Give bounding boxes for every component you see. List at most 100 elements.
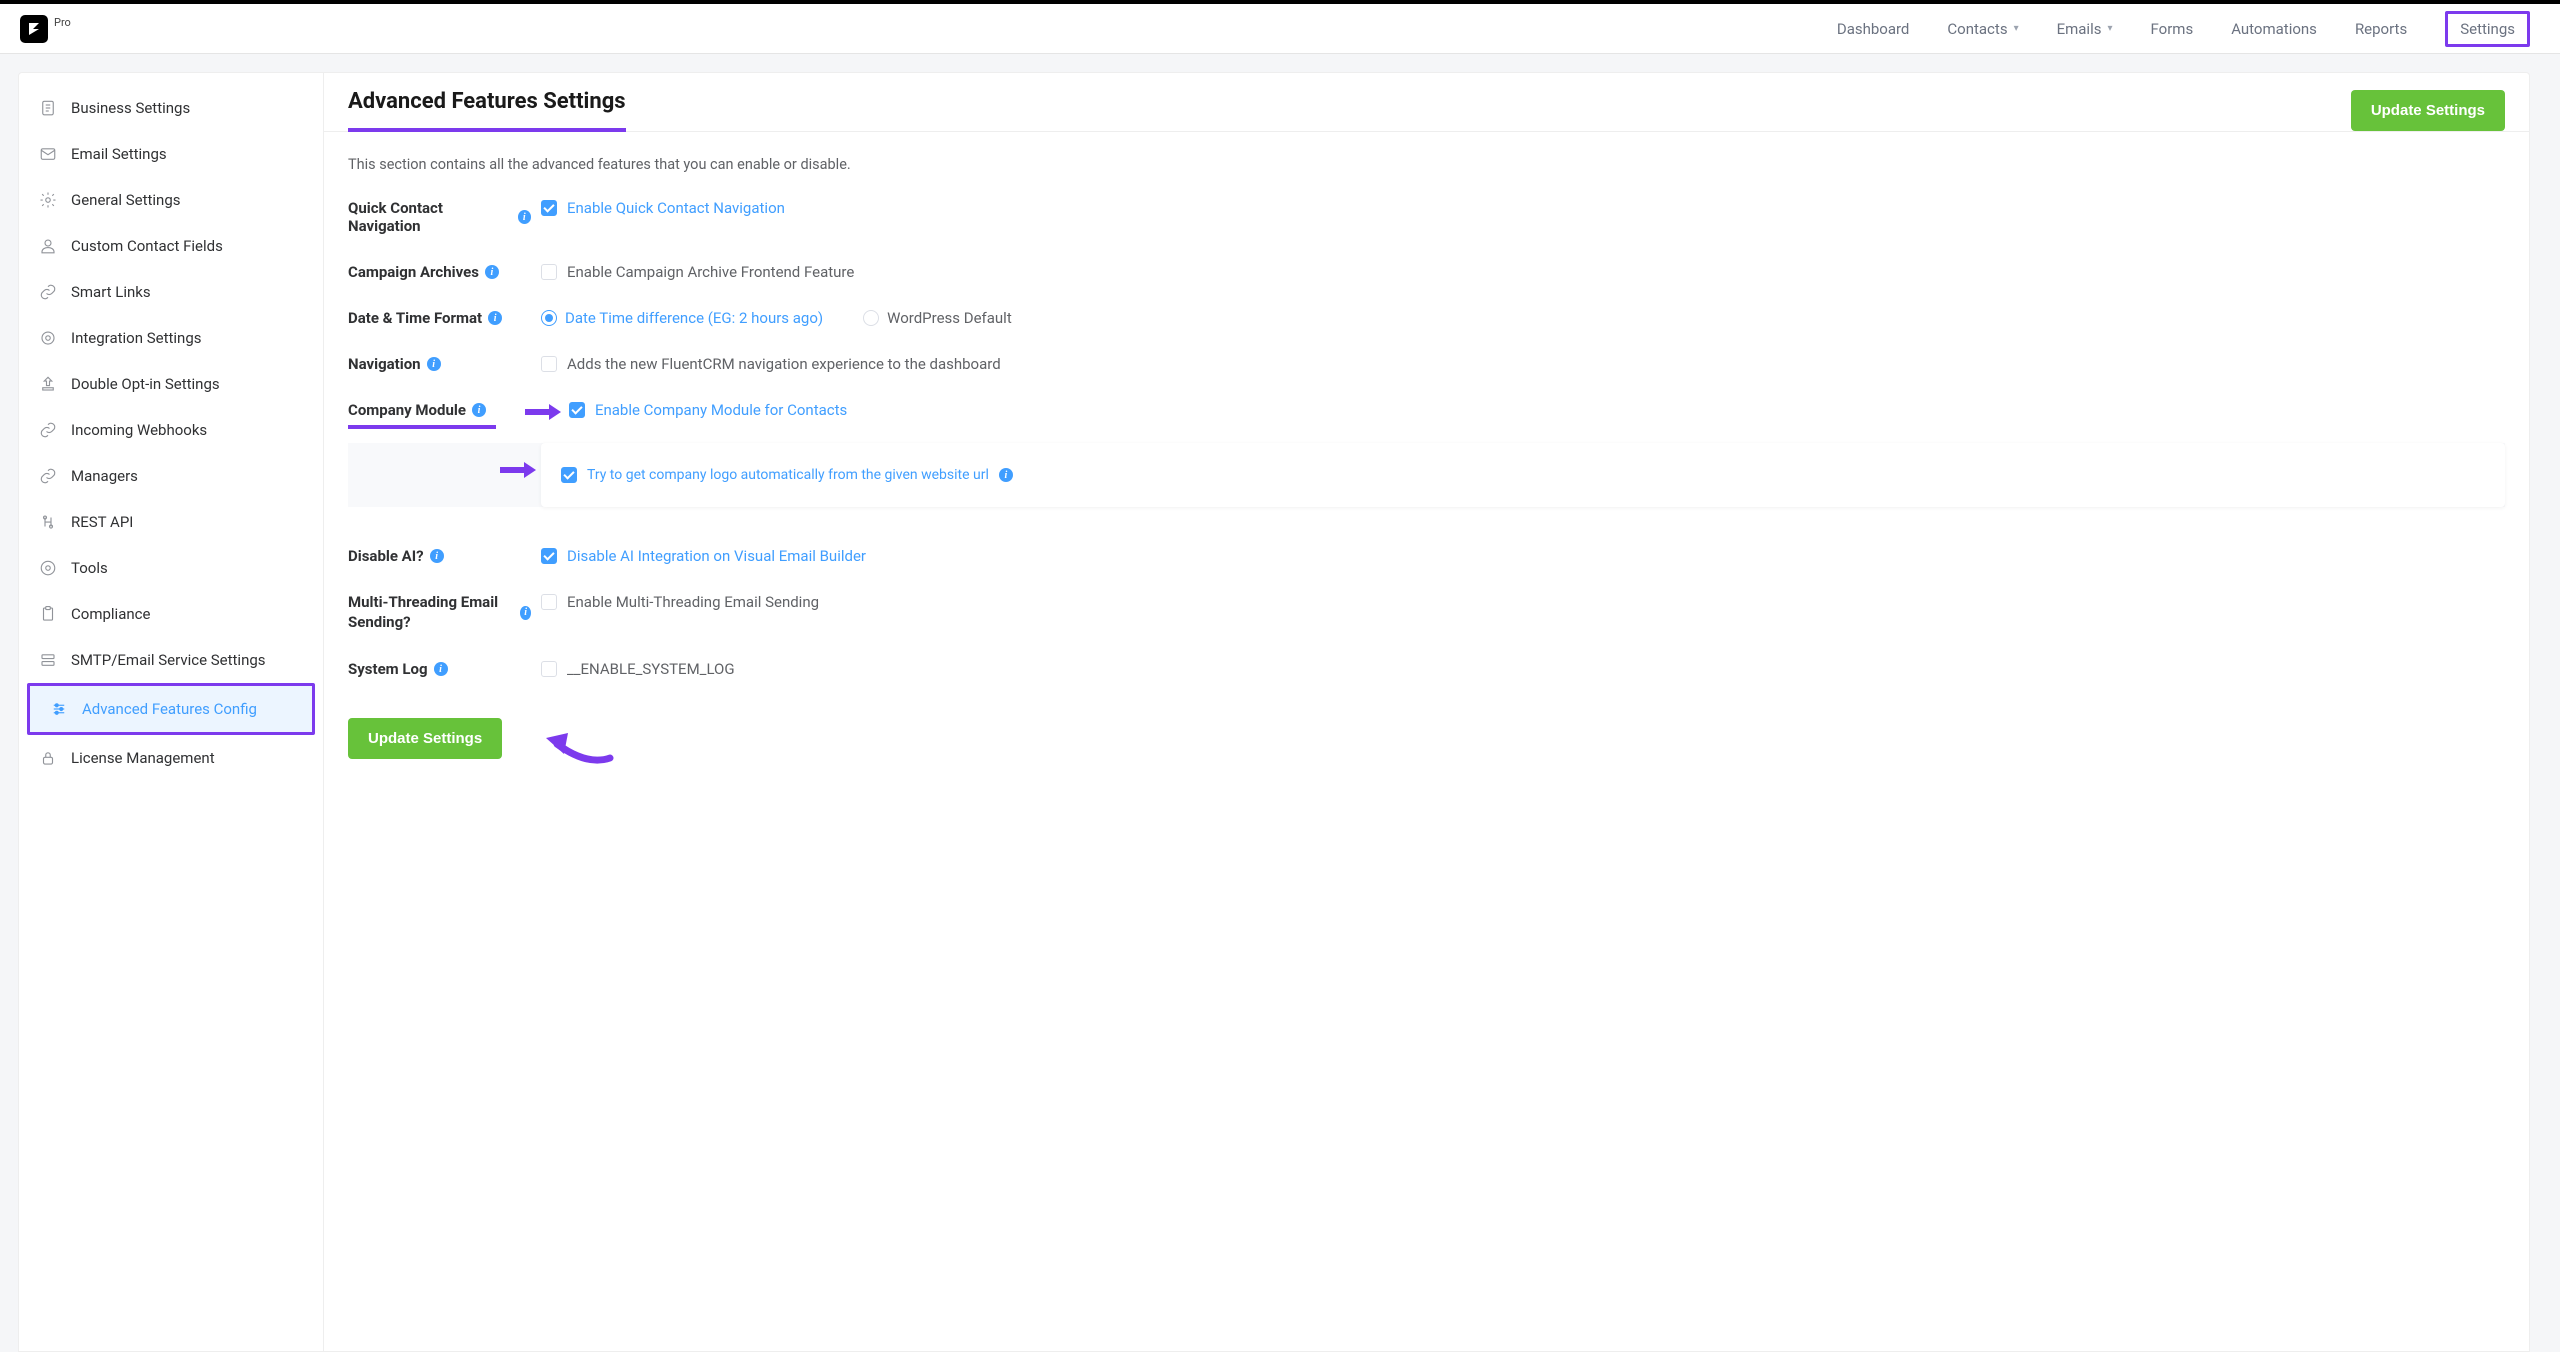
quick-contact-checkbox[interactable] [541,200,557,216]
pro-badge: Pro [54,16,71,29]
sidebar-item-compliance[interactable]: Compliance [19,591,323,637]
sidebar-item-label: SMTP/Email Service Settings [71,651,266,669]
sidebar-item-label: Double Opt-in Settings [71,375,220,393]
datetime-radio-wp[interactable] [863,310,879,326]
api-icon [39,513,57,531]
info-icon[interactable]: i [472,403,486,417]
field-label: Campaign Archives [348,263,479,281]
company-module-checkbox[interactable] [569,402,585,418]
sidebar-item-label: Tools [71,559,108,577]
row-system-log: System Log i __ENABLE_SYSTEM_LOG [348,660,2505,678]
chevron-down-icon: ▾ [2107,23,2112,34]
clipboard-icon [39,605,57,623]
annotation-arrow-icon [498,459,538,485]
field-label: Disable AI? [348,547,424,565]
campaign-archives-checkbox[interactable] [541,264,557,280]
option-label[interactable]: WordPress Default [887,309,1012,327]
option-label[interactable]: Enable Campaign Archive Frontend Feature [567,263,854,281]
nav-settings[interactable]: Settings [2460,20,2515,38]
field-label: System Log [348,660,428,678]
sidebar-item-smtp[interactable]: SMTP/Email Service Settings [19,637,323,683]
disable-ai-checkbox[interactable] [541,548,557,564]
option-label[interactable]: Disable AI Integration on Visual Email B… [567,547,866,565]
field-label: Quick Contact Navigation [348,199,512,235]
sidebar-active-highlight: Advanced Features Config [27,683,315,735]
annotation-curved-arrow-icon [532,716,622,770]
sidebar-item-label: Integration Settings [71,329,201,347]
row-company-module-nested: Try to get company logo automatically fr… [348,443,2505,507]
field-label: Navigation [348,355,421,373]
nav-contacts[interactable]: Contacts▾ [1947,20,2018,38]
nav-forms[interactable]: Forms [2151,20,2194,38]
option-label[interactable]: Date Time difference (EG: 2 hours ago) [565,309,823,327]
sidebar-item-smart-links[interactable]: Smart Links [19,269,323,315]
info-icon[interactable]: i [520,606,531,620]
sidebar-item-label: Compliance [71,605,150,623]
sidebar-item-incoming-webhooks[interactable]: Incoming Webhooks [19,407,323,453]
nav-automations[interactable]: Automations [2231,20,2317,38]
option-label[interactable]: __ENABLE_SYSTEM_LOG [567,660,735,678]
field-label: Company Module [348,401,466,419]
sliders-icon [50,700,68,718]
update-settings-button-bottom[interactable]: Update Settings [348,718,502,759]
sidebar-item-business-settings[interactable]: Business Settings [19,85,323,131]
row-datetime-format: Date & Time Formati Date Time difference… [348,309,2505,327]
chevron-down-icon: ▾ [2014,23,2019,34]
server-icon [39,651,57,669]
section-description: This section contains all the advanced f… [348,156,2505,173]
sidebar-item-rest-api[interactable]: REST API [19,499,323,545]
nav-emails[interactable]: Emails▾ [2057,20,2113,38]
gear-icon [39,329,57,347]
option-label[interactable]: Enable Quick Contact Navigation [567,199,785,217]
link-icon [39,467,57,485]
nav-reports[interactable]: Reports [2355,20,2407,38]
info-icon[interactable]: i [427,357,441,371]
sidebar-item-integration-settings[interactable]: Integration Settings [19,315,323,361]
option-label[interactable]: Enable Company Module for Contacts [595,401,847,419]
sidebar-item-label: License Management [71,749,215,767]
field-label: Multi-Threading Email Sending? [348,593,514,632]
row-multi-thread: Multi-Threading Email Sending? i Enable M… [348,593,2505,632]
option-label[interactable]: Adds the new FluentCRM navigation experi… [567,355,1001,373]
mail-icon [39,145,57,163]
sidebar-item-email-settings[interactable]: Email Settings [19,131,323,177]
option-label[interactable]: Try to get company logo automatically fr… [587,467,989,483]
sidebar-item-tools[interactable]: Tools [19,545,323,591]
info-icon[interactable]: i [430,549,444,563]
link-icon [39,421,57,439]
sidebar-item-label: General Settings [71,191,181,209]
annotation-arrow-icon [523,401,563,427]
row-navigation: Navigation i Adds the new FluentCRM navig… [348,355,2505,373]
document-icon [39,99,57,117]
topbar: Pro Dashboard Contacts▾ Emails▾ Forms Au… [0,4,2560,54]
settings-sidebar: Business Settings Email Settings General… [18,72,324,1352]
sidebar-item-managers[interactable]: Managers [19,453,323,499]
multi-thread-checkbox[interactable] [541,594,557,610]
page-title: Advanced Features Settings [348,89,626,132]
lock-icon [39,749,57,767]
sidebar-item-label: Managers [71,467,138,485]
sidebar-item-label: Incoming Webhooks [71,421,207,439]
info-icon[interactable]: i [434,662,448,676]
navigation-checkbox[interactable] [541,356,557,372]
info-icon[interactable]: i [488,311,502,325]
update-settings-button[interactable]: Update Settings [2351,90,2505,131]
company-logo-auto-checkbox[interactable] [561,467,577,483]
nav-dashboard[interactable]: Dashboard [1837,20,1910,38]
datetime-radio-diff[interactable] [541,310,557,326]
sidebar-item-advanced-features[interactable]: Advanced Features Config [30,686,312,732]
main-panel: Advanced Features Settings Update Settin… [324,72,2530,1352]
sidebar-item-general-settings[interactable]: General Settings [19,177,323,223]
top-nav: Dashboard Contacts▾ Emails▾ Forms Automa… [1837,11,2530,47]
info-icon[interactable]: i [485,265,499,279]
sidebar-item-license[interactable]: License Management [19,735,323,781]
info-icon[interactable]: i [518,210,531,224]
sidebar-item-custom-contact-fields[interactable]: Custom Contact Fields [19,223,323,269]
sidebar-item-double-optin[interactable]: Double Opt-in Settings [19,361,323,407]
system-log-checkbox[interactable] [541,661,557,677]
app-logo[interactable]: Pro [20,15,71,43]
option-label[interactable]: Enable Multi-Threading Email Sending [567,593,819,611]
info-icon[interactable]: i [999,468,1013,482]
gear-icon [39,191,57,209]
user-icon [39,237,57,255]
